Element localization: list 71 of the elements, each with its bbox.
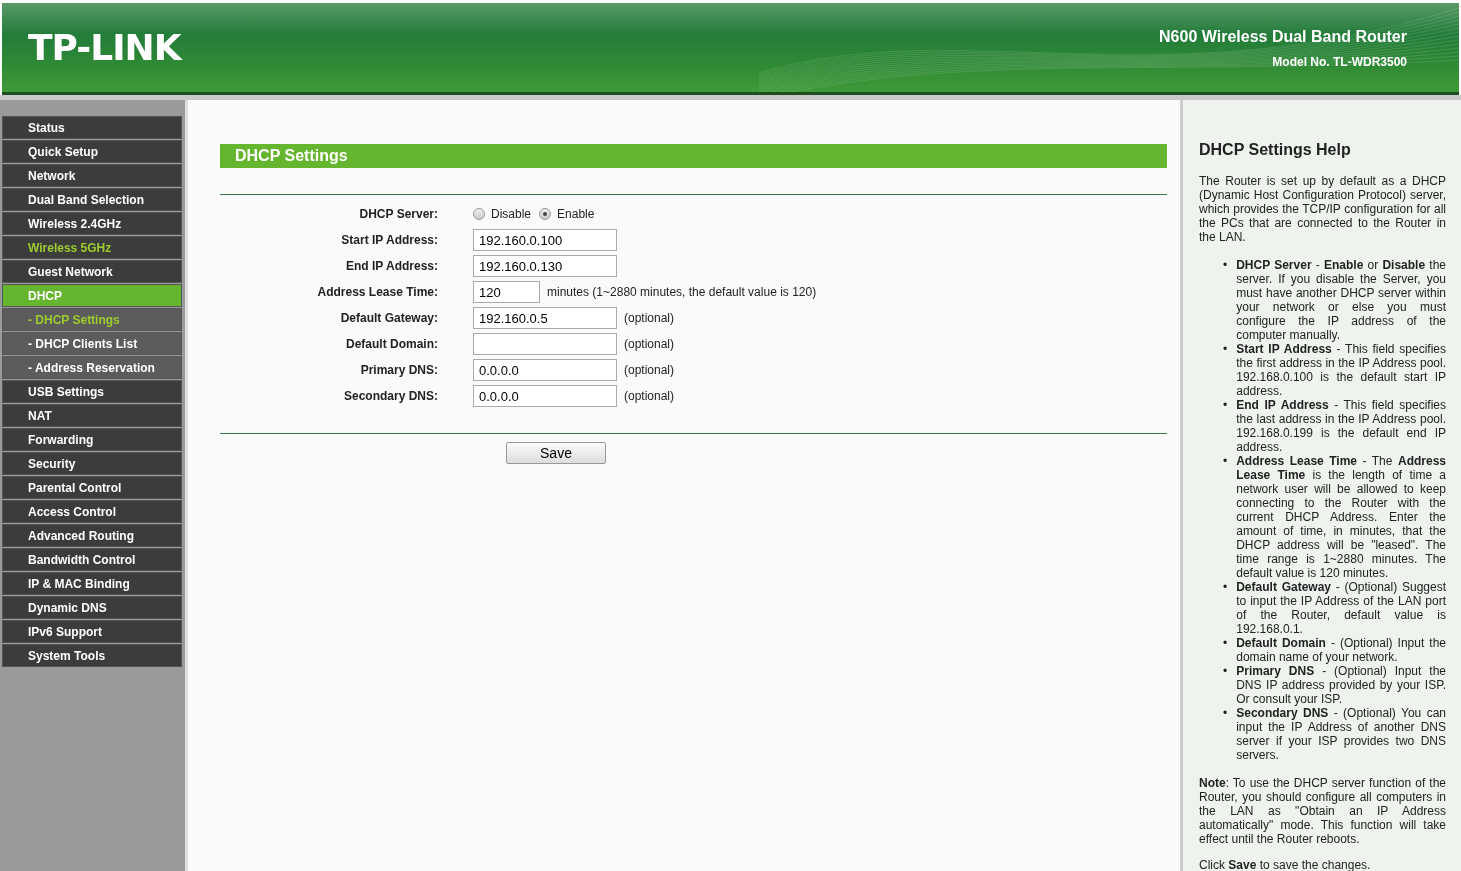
sidebar-item[interactable]: Dual Band Selection	[2, 188, 182, 211]
input-field[interactable]: 120	[473, 281, 540, 303]
product-name: N600 Wireless Dual Band Router	[1159, 26, 1407, 47]
help-list-item: Address Lease Time - The Address Lease Time is the length of time a network user will be allowed to keep connecting to the Router with the current DHCP Address. Enter the amount of time, in minutes, that the DHCP address will be "leased". The time range is 1~2880 minutes. The default value is 120 minutes.	[1236, 454, 1446, 580]
field-label: Start IP Address:	[340, 232, 439, 249]
sidebar-item[interactable]: - DHCP Clients List	[2, 332, 182, 355]
list-bullet: •	[1223, 580, 1228, 596]
list-bullet: •	[1223, 706, 1228, 722]
radio-button[interactable]	[473, 208, 485, 220]
help-list-item: Primary DNS - (Optional) Input the DNS IP address provided by your ISP. Or consult your ISP.	[1236, 664, 1446, 706]
sidebar-item[interactable]: Bandwidth Control	[2, 548, 182, 571]
input-field[interactable]: 0.0.0.0	[473, 359, 617, 381]
list-bullet: •	[1223, 636, 1228, 652]
section-title: DHCP Settings	[220, 144, 1167, 168]
sidebar-item[interactable]: IPv6 Support	[2, 620, 182, 643]
sidebar-item[interactable]: Guest Network	[2, 260, 182, 283]
sidebar-item[interactable]: - DHCP Settings	[2, 308, 182, 331]
list-bullet: •	[1223, 664, 1228, 680]
option-label: Enable	[557, 206, 595, 223]
input-field[interactable]	[473, 333, 617, 355]
help-list-item: Secondary DNS - (Optional) You can input the IP Address of another DNS server if your ISP provides two DNS servers.	[1236, 706, 1446, 762]
field-hint: (optional)	[624, 310, 675, 327]
help-list-item: Default Gateway - (Optional) Suggest to input the IP Address of the LAN port of the Router, default value is 192.168.0.1.	[1236, 580, 1446, 636]
field-hint: (optional)	[624, 388, 675, 405]
list-bullet: •	[1223, 398, 1228, 414]
input-field[interactable]: 192.160.0.5	[473, 307, 617, 329]
help-list-item: DHCP Server - Enable or Disable the server. If you disable the Server, you must have another DHCP server within your network or else you must configure the IP address of the computer manually.	[1236, 258, 1446, 342]
field-label: Primary DNS:	[359, 362, 439, 379]
sidebar-item[interactable]: Forwarding	[2, 428, 182, 451]
model-number: Model No. TL-WDR3500	[1271, 53, 1407, 71]
input-field[interactable]: 192.160.0.100	[473, 229, 617, 251]
sidebar-item[interactable]: Parental Control	[2, 476, 182, 499]
sidebar-item[interactable]: System Tools	[2, 644, 182, 667]
help-list-item: End IP Address - This field specifies the last address in the IP Address pool. 192.168.0.199 is the default end IP address.	[1236, 398, 1446, 454]
sidebar-item[interactable]: Network	[2, 164, 182, 187]
sidebar-item[interactable]: Wireless 5GHz	[2, 236, 182, 259]
help-paragraph: The Router is set up by default as a DHCP (Dynamic Host Configuration Protocol) server, which provides the TCP/IP configuration for all the PCs that are connected to the Router in the LAN.	[1199, 174, 1446, 244]
field-label: Address Lease Time:	[316, 284, 439, 301]
list-bullet: •	[1223, 258, 1228, 274]
help-list-item: Start IP Address - This field specifies the first address in the IP Address pool. 192.168.0.100 is the default start IP address.	[1236, 342, 1446, 398]
sidebar-item[interactable]: Access Control	[2, 500, 182, 523]
sidebar-item[interactable]: IP & MAC Binding	[2, 572, 182, 595]
help-list-item: Default Domain - (Optional) Input the domain name of your network.	[1236, 636, 1446, 664]
sidebar-item[interactable]: Status	[2, 116, 182, 139]
sidebar-item[interactable]: Quick Setup	[2, 140, 182, 163]
list-bullet: •	[1223, 342, 1228, 358]
field-label: Default Domain:	[345, 336, 439, 353]
option-label: Disable	[491, 206, 532, 223]
sidebar-item[interactable]: Advanced Routing	[2, 524, 182, 547]
input-field[interactable]: 0.0.0.0	[473, 385, 617, 407]
sidebar-item[interactable]: USB Settings	[2, 380, 182, 403]
help-title: DHCP Settings Help	[1199, 140, 1352, 160]
field-label: End IP Address:	[344, 258, 439, 275]
sidebar-item[interactable]: Wireless 2.4GHz	[2, 212, 182, 235]
list-bullet: •	[1223, 454, 1228, 470]
brand-logo: TP-LINK	[28, 25, 181, 70]
field-label: Default Gateway:	[339, 310, 439, 327]
sidebar-item[interactable]: - Address Reservation	[2, 356, 182, 379]
field-hint: (optional)	[624, 362, 675, 379]
sidebar-item[interactable]: Dynamic DNS	[2, 596, 182, 619]
field-label: DHCP Server:	[358, 206, 439, 223]
help-note: Note: To use the DHCP server function of the Router, you should configure all computers in the LAN as "Obtain an IP Address automatically" mode. This function will take effect until the Router reboots.	[1199, 776, 1446, 846]
input-field[interactable]: 192.160.0.130	[473, 255, 617, 277]
sidebar-item[interactable]: NAT	[2, 404, 182, 427]
field-hint: (optional)	[624, 336, 675, 353]
save-button[interactable]: Save	[506, 442, 606, 464]
help-paragraph: Click Save to save the changes.	[1199, 858, 1372, 871]
field-hint: minutes (1~2880 minutes, the default value is 120)	[547, 284, 817, 301]
radio-button[interactable]	[539, 208, 552, 220]
field-label: Secondary DNS:	[342, 388, 439, 405]
sidebar-item[interactable]: Security	[2, 452, 182, 475]
